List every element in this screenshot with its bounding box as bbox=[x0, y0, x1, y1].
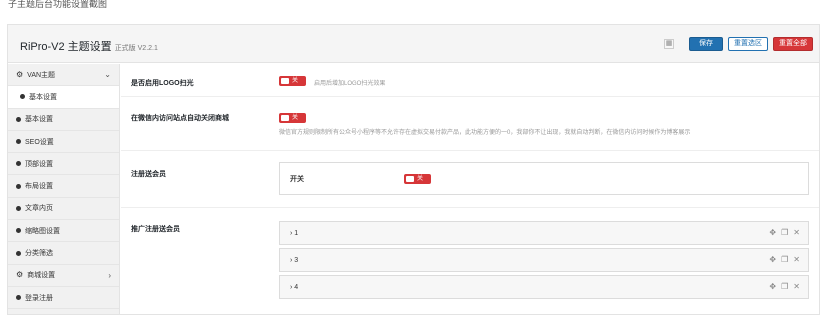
bullet-icon bbox=[16, 161, 21, 167]
sidebar-item-label: VAN主题 bbox=[27, 71, 56, 79]
sidebar-item-category-filter[interactable]: 分类筛选 bbox=[8, 242, 119, 265]
repeater-controls: ✥ ❐ ✕ bbox=[769, 283, 800, 291]
setting-logo-glow: 是否启用LOGO扫光 关 启用后增加LOGO扫光效果 bbox=[121, 64, 819, 97]
gear-icon: ⚙ bbox=[16, 270, 24, 280]
close-icon[interactable]: ✕ bbox=[793, 229, 800, 237]
toggle-knob bbox=[406, 176, 414, 182]
setting-label: 是否启用LOGO扫光 bbox=[131, 80, 194, 87]
sidebar-item-label: 文章内页 bbox=[25, 205, 53, 213]
reset-all-button[interactable]: 重置全部 bbox=[773, 37, 813, 51]
sidebar-item-login[interactable]: 登录注册 bbox=[8, 286, 119, 310]
sidebar-item-label: SEO设置 bbox=[25, 138, 54, 146]
sidebar-item-top[interactable]: 顶部设置 bbox=[8, 153, 119, 176]
setting-wechat-close: 在微信内访问站点自动关闭商城 关 微信官方规则限制所有公众号小程序等不允许存在虚… bbox=[121, 97, 819, 151]
reset-section-button[interactable]: 重置选区 bbox=[728, 37, 768, 51]
expand-icon: › bbox=[290, 284, 293, 291]
sidebar-item-label: 登录注册 bbox=[25, 294, 53, 302]
repeater-item[interactable]: › 1 ✥ ❐ ✕ bbox=[279, 221, 809, 245]
setting-register-gift: 注册送会员 开关 关 bbox=[121, 151, 819, 208]
bullet-icon bbox=[16, 139, 21, 145]
setting-label: 注册送会员 bbox=[131, 171, 166, 178]
logo-glow-toggle[interactable]: 关 bbox=[279, 76, 306, 86]
repeater-title: › 3 bbox=[290, 257, 298, 264]
wechat-close-toggle[interactable]: 关 bbox=[279, 113, 306, 123]
bullet-icon bbox=[20, 94, 25, 100]
repeater-title: › 4 bbox=[290, 284, 298, 291]
sidebar-item-layout[interactable]: 布局设置 bbox=[8, 175, 119, 198]
switch-label: 开关 bbox=[290, 176, 304, 183]
sidebar-item-seo[interactable]: SEO设置 bbox=[8, 130, 119, 154]
bullet-icon bbox=[16, 295, 21, 301]
bullet-icon bbox=[16, 183, 21, 189]
setting-desc: 微信官方规则限制所有公众号小程序等不允许存在虚拟交易付款产品，此功能方便的一0，… bbox=[279, 130, 691, 136]
move-icon[interactable]: ✥ bbox=[769, 229, 776, 237]
setting-promo-gift: 推广注册送会员 › 1 ✥ ❐ ✕ › 3 ✥ ❐ ✕ › 4 ✥ ❐ ✕ bbox=[121, 208, 819, 314]
toggle-label: 关 bbox=[292, 115, 299, 121]
toggle-label: 关 bbox=[292, 78, 299, 84]
register-gift-toggle[interactable]: 关 bbox=[404, 174, 431, 184]
close-icon[interactable]: ✕ bbox=[793, 256, 800, 264]
setting-label: 推广注册送会员 bbox=[131, 226, 180, 233]
setting-desc: 启用后增加LOGO扫光效果 bbox=[314, 81, 386, 87]
chevron-right-icon: › bbox=[108, 270, 111, 280]
repeater-controls: ✥ ❐ ✕ bbox=[769, 229, 800, 237]
bullet-icon bbox=[16, 228, 21, 234]
settings-panel: RiPro-V2 主题设置 正式版 V2.2.1 ▦ 保存 重置选区 重置全部 ⚙… bbox=[7, 24, 820, 315]
sidebar-item-shop[interactable]: ⚙ 商城设置 › bbox=[8, 264, 119, 287]
sidebar-item-article[interactable]: 文章内页 bbox=[8, 197, 119, 221]
app-title: RiPro-V2 主题设置 正式版 V2.2.1 bbox=[20, 38, 158, 54]
panel-header: RiPro-V2 主题设置 正式版 V2.2.1 ▦ 保存 重置选区 重置全部 bbox=[8, 25, 819, 63]
save-button[interactable]: 保存 bbox=[689, 37, 723, 51]
sidebar-item-van-theme[interactable]: ⚙ VAN主题 ⌄ bbox=[8, 64, 119, 87]
sidebar-item-label: 缩略图设置 bbox=[25, 227, 60, 235]
repeater-item[interactable]: › 3 ✥ ❐ ✕ bbox=[279, 248, 809, 272]
setting-label: 在微信内访问站点自动关闭商城 bbox=[131, 115, 229, 122]
toggle-label: 关 bbox=[417, 176, 424, 182]
sidebar-item-label: 基本设置 bbox=[29, 93, 57, 101]
sidebar-nav: ⚙ VAN主题 ⌄ 基本设置 基本设置 SEO设置 顶部设置 布局设置 文章内页 bbox=[8, 64, 120, 314]
repeater-item[interactable]: › 4 ✥ ❐ ✕ bbox=[279, 275, 809, 299]
repeater-controls: ✥ ❐ ✕ bbox=[769, 256, 800, 264]
repeater-title-text: 4 bbox=[294, 284, 299, 291]
sidebar-item-basic-settings[interactable]: 基本设置 bbox=[8, 108, 119, 131]
expand-all-icon[interactable]: ▦ bbox=[664, 39, 674, 49]
sidebar-item-label: 分类筛选 bbox=[25, 250, 53, 258]
sidebar-item-label: 顶部设置 bbox=[25, 160, 53, 168]
bullet-icon bbox=[16, 116, 21, 122]
copy-icon[interactable]: ❐ bbox=[781, 229, 788, 237]
expand-icon: › bbox=[290, 257, 293, 264]
header-buttons: ▦ 保存 重置选区 重置全部 bbox=[664, 37, 813, 51]
expand-icon: › bbox=[290, 230, 293, 237]
sidebar-item-label: 布局设置 bbox=[25, 183, 53, 191]
app-title-text: RiPro-V2 主题设置 bbox=[20, 41, 112, 53]
register-gift-box: 开关 关 bbox=[279, 162, 809, 195]
settings-main: 是否启用LOGO扫光 关 启用后增加LOGO扫光效果 在微信内访问站点自动关闭商… bbox=[121, 64, 819, 314]
close-icon[interactable]: ✕ bbox=[793, 283, 800, 291]
sidebar-item-thumbnail[interactable]: 缩略图设置 bbox=[8, 220, 119, 243]
copy-icon[interactable]: ❐ bbox=[781, 283, 788, 291]
sidebar-item-basic-settings-sub[interactable]: 基本设置 bbox=[8, 86, 119, 109]
toggle-knob bbox=[281, 78, 289, 84]
sidebar-item-label: 商城设置 bbox=[27, 272, 56, 280]
copy-icon[interactable]: ❐ bbox=[781, 256, 788, 264]
repeater-title-text: 1 bbox=[294, 230, 299, 237]
toggle-knob bbox=[281, 115, 289, 121]
repeater-title-text: 3 bbox=[294, 257, 299, 264]
chevron-down-icon: ⌄ bbox=[104, 70, 111, 80]
app-version: 正式版 V2.2.1 bbox=[114, 45, 158, 52]
repeater-title: › 1 bbox=[290, 230, 298, 237]
page-caption: 子主题后台功能设置截图 bbox=[8, 0, 108, 9]
bullet-icon bbox=[16, 250, 21, 256]
bullet-icon bbox=[16, 205, 21, 211]
gear-icon: ⚙ bbox=[16, 69, 24, 79]
sidebar-item-label: 基本设置 bbox=[25, 116, 53, 124]
move-icon[interactable]: ✥ bbox=[769, 283, 776, 291]
move-icon[interactable]: ✥ bbox=[769, 256, 776, 264]
